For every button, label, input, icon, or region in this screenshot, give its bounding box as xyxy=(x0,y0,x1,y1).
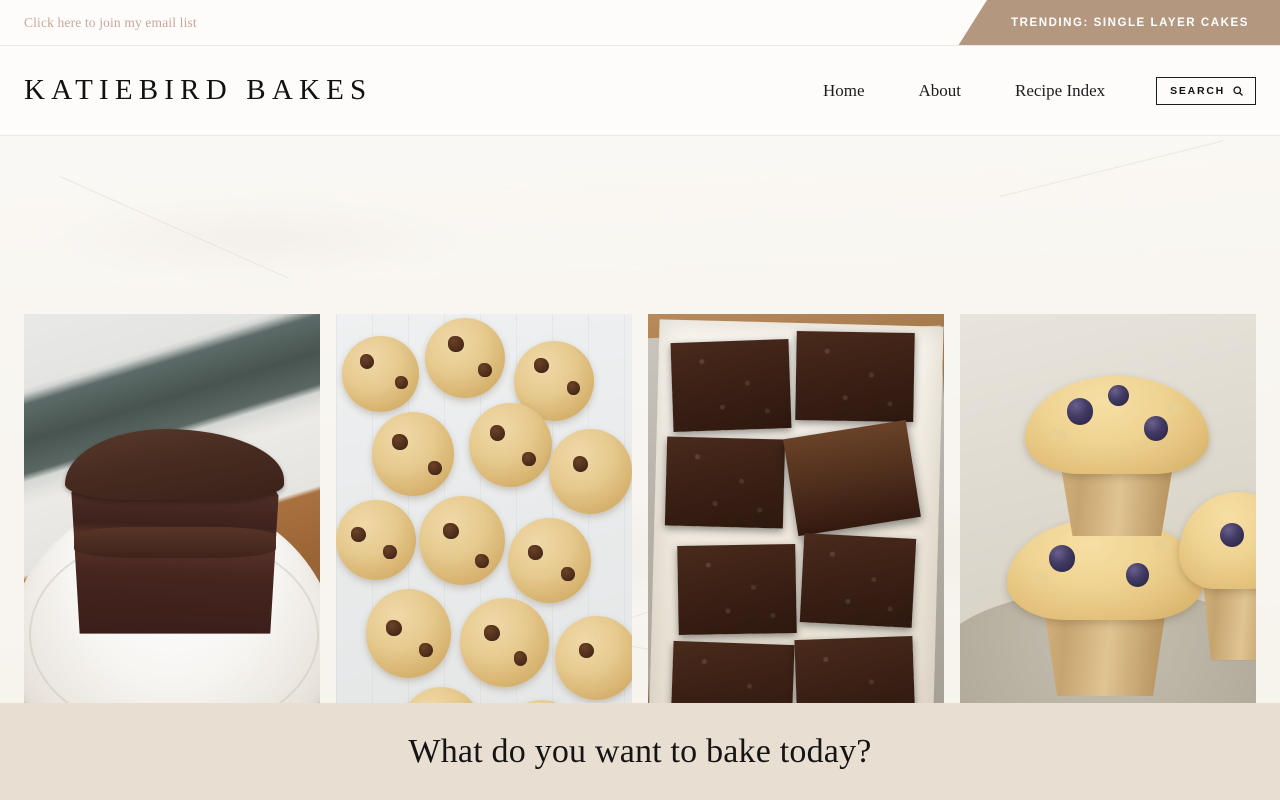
paper-crease-decoration xyxy=(59,176,289,279)
trending-banner[interactable]: TRENDING: SINGLE LAYER CAKES xyxy=(958,0,1280,45)
top-utility-bar: Click here to join my email list TRENDIN… xyxy=(0,0,1280,46)
nav-item-recipe-index[interactable]: Recipe Index xyxy=(988,81,1132,101)
cake-recipes-image xyxy=(24,314,320,703)
brownie-recipes-image xyxy=(648,314,944,703)
site-header: KATIEBIRD BAKES Home About Recipe Index … xyxy=(0,46,1280,136)
nav-item-home[interactable]: Home xyxy=(796,81,892,101)
site-logo[interactable]: KATIEBIRD BAKES xyxy=(24,74,372,107)
trending-label: TRENDING: SINGLE LAYER CAKES xyxy=(1011,17,1249,29)
email-list-link[interactable]: Click here to join my email list xyxy=(24,15,197,31)
category-card-list: Cake Recipes xyxy=(24,314,1256,703)
paper-crease-decoration xyxy=(999,140,1224,197)
cookie-recipes-image xyxy=(336,314,632,703)
breakfast-recipes-image xyxy=(960,314,1256,703)
primary-navigation: Home About Recipe Index SEARCH xyxy=(796,76,1256,105)
search-button-label: SEARCH xyxy=(1170,84,1225,97)
category-card-cookie[interactable]: Cookie Recipes xyxy=(336,314,632,703)
nav-item-about[interactable]: About xyxy=(892,81,989,101)
category-showcase: Cake Recipes xyxy=(0,136,1280,703)
magnifier-icon xyxy=(1232,85,1244,97)
bake-today-section: What do you want to bake today? xyxy=(0,703,1280,800)
cake-frosting-top xyxy=(65,429,285,501)
category-card-breakfast[interactable]: Breakfast Recipes xyxy=(960,314,1256,703)
search-button[interactable]: SEARCH xyxy=(1156,76,1256,105)
cake-frosting-layer xyxy=(74,527,276,559)
category-card-cake[interactable]: Cake Recipes xyxy=(24,314,320,703)
category-card-brownie[interactable]: Brownie Recipes xyxy=(648,314,944,703)
bake-today-heading: What do you want to bake today? xyxy=(408,732,872,770)
